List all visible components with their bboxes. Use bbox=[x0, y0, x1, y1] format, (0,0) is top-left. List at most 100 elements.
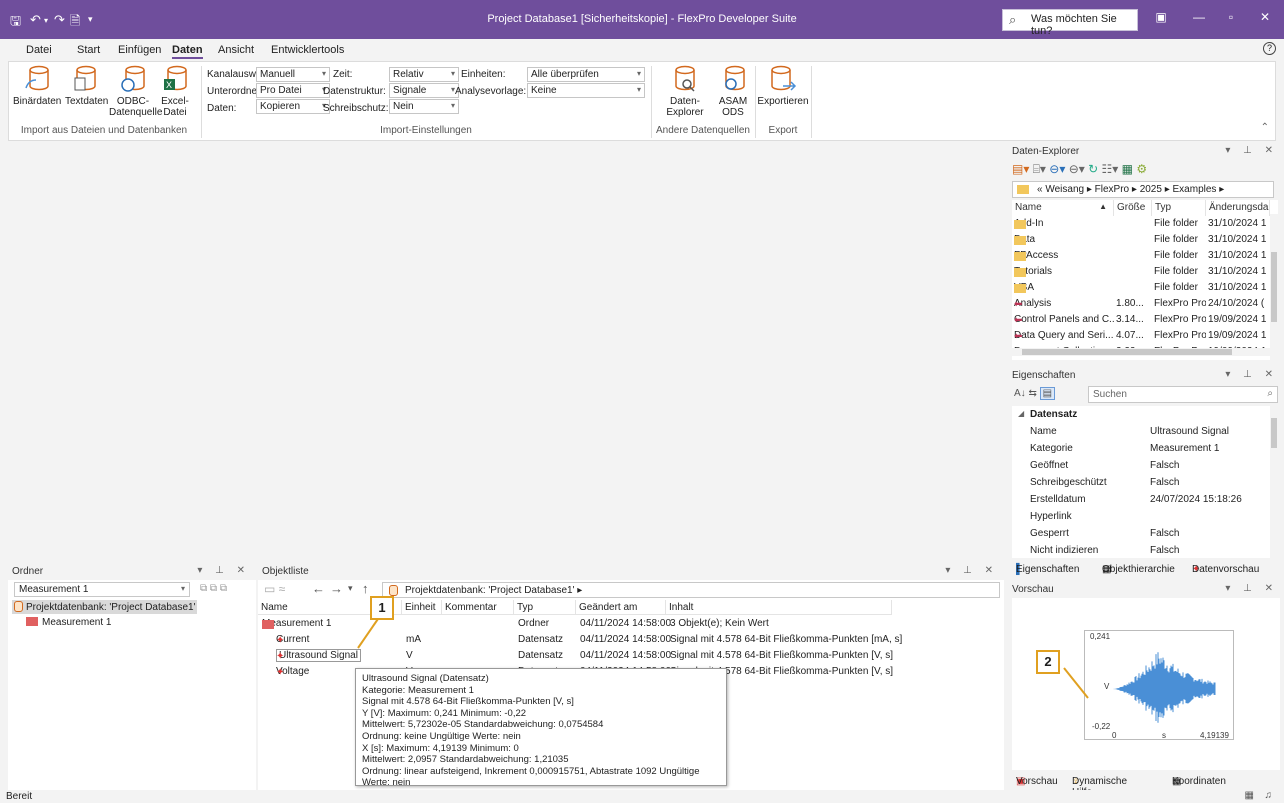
scrollbar-thumb[interactable] bbox=[1271, 418, 1277, 448]
column-header-kommentar[interactable]: Kommentar bbox=[442, 600, 514, 615]
property-row[interactable]: Hyperlink bbox=[1012, 508, 1270, 525]
history-dropdown-icon[interactable]: ▾ bbox=[348, 583, 353, 594]
property-row[interactable]: Erstelldatum 24/07/2024 15:18:26 bbox=[1012, 491, 1270, 508]
path-segment[interactable]: 2025 bbox=[1140, 184, 1162, 195]
forward-arrow-icon[interactable]: → bbox=[330, 581, 343, 596]
tab-ansicht[interactable]: Ansicht bbox=[218, 44, 254, 56]
column-header-inhalt[interactable]: Inhalt bbox=[666, 600, 892, 615]
vertical-scrollbar[interactable] bbox=[1270, 406, 1278, 558]
tree-node-measurement[interactable]: Measurement 1 bbox=[26, 617, 111, 628]
folder-options-icon[interactable]: ⧉ bbox=[220, 583, 227, 594]
new-source-icon[interactable]: ▤▾ bbox=[1012, 162, 1029, 176]
settings-icon[interactable]: ⚙ bbox=[1136, 162, 1147, 176]
schreibschutz-select[interactable]: Nein ▾ bbox=[389, 99, 459, 114]
zeit-select[interactable]: Relativ ▾ bbox=[389, 67, 459, 82]
column-header-size[interactable]: Größe bbox=[1114, 200, 1152, 216]
daten-explorer-button[interactable]: Daten-Explorer bbox=[653, 64, 717, 118]
sort-alpha-icon[interactable]: A↓ bbox=[1014, 388, 1026, 399]
unterordner-select[interactable]: Pro Datei ▾ bbox=[256, 83, 330, 98]
view-options-icon[interactable]: ☷▾ bbox=[1102, 162, 1119, 176]
path-segment[interactable]: Examples bbox=[1173, 184, 1217, 195]
property-row[interactable]: Schreibgeschützt Falsch bbox=[1012, 474, 1270, 491]
forward-icon[interactable]: ⊖▾ bbox=[1069, 162, 1085, 176]
explorer-row[interactable]: Tutorials File folder 31/10/2024 1 bbox=[1012, 264, 1270, 280]
tab-start[interactable]: Start bbox=[77, 44, 100, 56]
property-row[interactable]: Kategorie Measurement 1 bbox=[1012, 440, 1270, 457]
analysevorlage-select[interactable]: Keine ▾ bbox=[527, 83, 645, 98]
tab-einfuegen[interactable]: Einfügen bbox=[118, 44, 161, 56]
categorized-icon[interactable]: ⇆ bbox=[1028, 388, 1036, 399]
back-arrow-icon[interactable]: ← bbox=[312, 581, 325, 596]
path-segment[interactable]: FlexPro bbox=[1095, 184, 1129, 195]
pane-controls-icon[interactable]: ▾ ⊥ ✕ bbox=[1225, 583, 1278, 594]
maximize-button[interactable]: ▫ bbox=[1220, 10, 1242, 24]
tab-datei[interactable]: Datei bbox=[26, 44, 52, 56]
import-excel-button[interactable]: X Excel- Datei bbox=[159, 64, 191, 118]
tab-entwicklertools[interactable]: Entwicklertools bbox=[271, 44, 344, 56]
object-row[interactable]: ✦ Current mA Datensatz 04/11/2024 14:58:00 Si… bbox=[258, 632, 998, 648]
import-odbc-button[interactable]: ODBC- Datenquelle bbox=[109, 64, 162, 118]
column-header-typ[interactable]: Typ bbox=[514, 600, 576, 615]
pane-controls-icon[interactable]: ▾ ⊥ ✕ bbox=[197, 565, 250, 576]
path-overflow[interactable]: « bbox=[1037, 184, 1043, 195]
path-segment[interactable]: Weisang bbox=[1045, 184, 1084, 195]
datenstruktur-select[interactable]: Signale ▾ bbox=[389, 83, 459, 98]
property-row[interactable]: Geöffnet Falsch bbox=[1012, 457, 1270, 474]
filter-icon[interactable]: ⌸▾ bbox=[1033, 162, 1046, 176]
pane-controls-icon[interactable]: ▾ ⊥ ✕ bbox=[1225, 369, 1278, 380]
column-header-einheit[interactable]: Einheit bbox=[402, 600, 442, 615]
vertical-scrollbar[interactable] bbox=[1270, 214, 1278, 360]
einheiten-select[interactable]: Alle überprüfen ▾ bbox=[527, 67, 645, 82]
layout-icon[interactable]: ▦ bbox=[1245, 790, 1254, 801]
object-row[interactable]: Measurement 1 Ordner 04/11/2024 14:58:00 3 … bbox=[258, 616, 998, 632]
object-path-bar[interactable]: Projektdatenbank: 'Project Database1' ▸ bbox=[382, 582, 1000, 598]
explorer-row[interactable]: VBAFile folder31/10/2024 1 bbox=[1012, 280, 1270, 296]
asam-ods-button[interactable]: ASAM ODS bbox=[717, 64, 749, 118]
help-icon[interactable]: ? bbox=[1263, 42, 1276, 55]
excel-icon[interactable]: ▦ bbox=[1122, 162, 1133, 176]
explorer-row[interactable]: FPAccess File folder 31/10/2024 1 bbox=[1012, 248, 1270, 264]
up-arrow-icon[interactable]: ↑ bbox=[362, 581, 369, 596]
column-header-name[interactable]: Name ▲ bbox=[1012, 200, 1114, 216]
explorer-row[interactable]: ⬅ Control Panels and C... 3.14... FlexPro P… bbox=[1012, 312, 1270, 328]
column-header-geaendert[interactable]: Geändert am bbox=[576, 600, 666, 615]
column-header-type[interactable]: Typ bbox=[1152, 200, 1206, 216]
property-row[interactable]: Gesperrt Falsch bbox=[1012, 525, 1270, 542]
tree-node-database[interactable]: Projektdatenbank: 'Project Database1' bbox=[12, 600, 198, 614]
folder-up-icon[interactable]: ⧉ bbox=[200, 583, 207, 594]
import-text-button[interactable]: Textdaten bbox=[65, 64, 108, 107]
kanalauswahl-select[interactable]: Manuell ▾ bbox=[256, 67, 330, 82]
view-icon[interactable]: ▭ ≈ bbox=[264, 582, 285, 596]
back-icon[interactable]: ⊖▾ bbox=[1049, 162, 1065, 176]
property-row[interactable]: Nicht indizieren Falsch bbox=[1012, 542, 1270, 558]
daten-select[interactable]: Kopieren ▾ bbox=[256, 99, 330, 114]
export-button[interactable]: Exportieren bbox=[757, 64, 809, 107]
pane-controls-icon[interactable]: ▾ ⊥ ✕ bbox=[945, 565, 998, 576]
collapse-icon[interactable]: ◢ bbox=[1018, 409, 1024, 418]
properties-search-input[interactable]: Suchen ⌕ bbox=[1088, 386, 1278, 403]
new-folder-icon[interactable]: ⧉ bbox=[210, 583, 217, 594]
import-binary-button[interactable]: Binärdaten bbox=[13, 64, 61, 107]
tell-me-search[interactable]: ⌕ Was möchten Sie tun? bbox=[1002, 9, 1138, 37]
folder-select[interactable]: Measurement 1 ▾ bbox=[14, 582, 190, 597]
explorer-row[interactable]: ⬅ Data Query and Seri... 4.07... FlexPro Pr… bbox=[1012, 328, 1270, 344]
property-section[interactable]: ◢ Datensatz bbox=[1012, 406, 1270, 423]
close-button[interactable]: ✕ bbox=[1254, 10, 1276, 24]
minimize-button[interactable]: — bbox=[1188, 10, 1210, 24]
explorer-row[interactable]: ⬅Analysis1.80...FlexPro Proj...24/10/202… bbox=[1012, 296, 1270, 312]
notification-icon[interactable]: ♫ bbox=[1265, 790, 1273, 801]
horizontal-scrollbar[interactable] bbox=[1012, 348, 1274, 356]
explorer-row[interactable]: Add-In File folder 31/10/2024 1 bbox=[1012, 216, 1270, 232]
scrollbar-thumb[interactable] bbox=[1022, 349, 1232, 355]
pane-controls-icon[interactable]: ▾ ⊥ ✕ bbox=[1225, 145, 1278, 156]
property-row[interactable]: Name Ultrasound Signal bbox=[1012, 423, 1270, 440]
refresh-icon[interactable]: ↻ bbox=[1088, 162, 1098, 176]
scrollbar-thumb[interactable] bbox=[1271, 252, 1277, 322]
explorer-row[interactable]: DataFile folder31/10/2024 1 bbox=[1012, 232, 1270, 248]
object-row[interactable]: ✦ Ultrasound Signal V Datensatz 04/11/2024 1… bbox=[258, 648, 998, 664]
ribbon-display-icon[interactable]: ▣ bbox=[1150, 10, 1172, 24]
collapse-ribbon-icon[interactable]: ⌃ bbox=[1261, 122, 1269, 133]
column-header-date[interactable]: Änderungsda bbox=[1206, 200, 1270, 216]
explorer-path-bar[interactable]: « Weisang ▸ FlexPro ▸ 2025 ▸ Examples ▸ bbox=[1012, 181, 1274, 198]
property-pages-icon[interactable]: ▤ bbox=[1039, 387, 1056, 400]
